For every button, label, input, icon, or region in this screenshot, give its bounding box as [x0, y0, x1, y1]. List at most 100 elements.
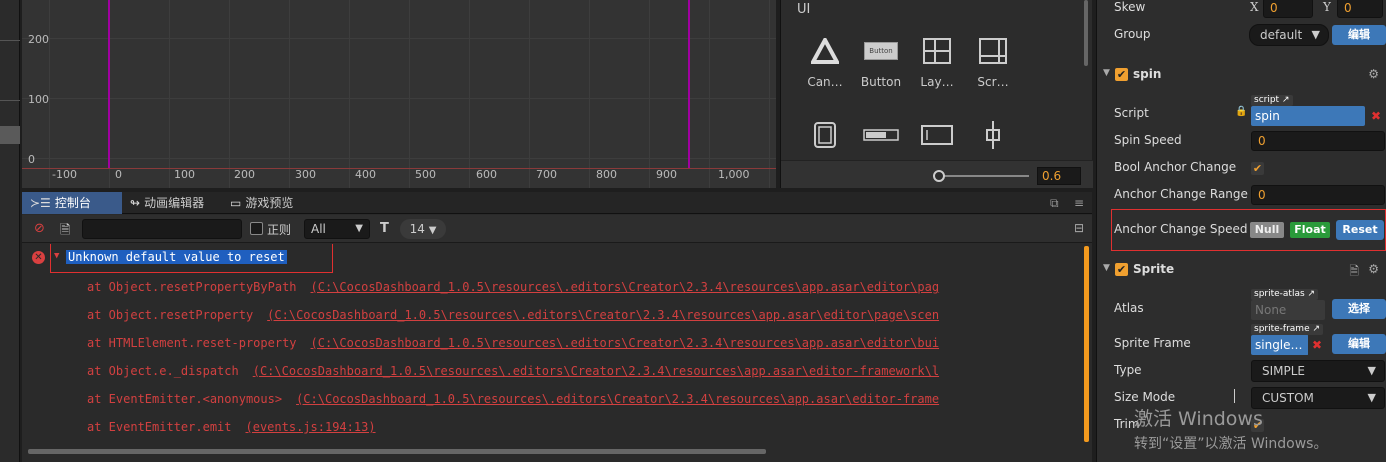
component-enabled-checkbox[interactable]: ✔: [1115, 263, 1128, 276]
stack-location-link[interactable]: (C:\CocosDashboard_1.0.5\resources\.edit…: [296, 392, 939, 406]
library-item-editbox[interactable]: [907, 117, 967, 153]
stack-func: at EventEmitter.<anonymous>: [87, 392, 283, 406]
chevron-down-icon: ▼: [355, 223, 363, 234]
icon-size-slider-handle[interactable]: [933, 170, 945, 182]
library-scrollbar[interactable]: [1084, 0, 1088, 66]
open-log-file-icon[interactable]: 🗎: [60, 221, 70, 243]
spin-component-header[interactable]: ▼ ✔ spin ⚙: [1097, 64, 1386, 86]
log-vertical-scrollbar[interactable]: [1084, 246, 1089, 442]
sprite-frame-tag: sprite-frame ↗: [1251, 324, 1324, 335]
progressbar-icon: [851, 117, 911, 153]
component-name: spin: [1133, 67, 1162, 81]
edit-group-button[interactable]: 编辑: [1332, 25, 1386, 45]
regex-label: 正则: [267, 223, 292, 237]
tab-console[interactable]: ≻☰ 控制台: [22, 192, 122, 214]
type-value: SIMPLE: [1262, 364, 1306, 378]
console-icon: ≻☰: [30, 196, 51, 210]
library-item-button[interactable]: Button Button: [851, 33, 911, 89]
filter-input[interactable]: [82, 219, 242, 239]
float-button[interactable]: Float: [1290, 222, 1330, 238]
script-tag: script ↗: [1251, 95, 1293, 106]
library-item-layout[interactable]: Lay…: [907, 33, 967, 89]
skew-y-label: Y: [1323, 0, 1331, 14]
scene-view[interactable]: 200 100 0 -100 0 100 200 300 400 500 600…: [22, 0, 776, 188]
skew-y-input[interactable]: 0: [1337, 0, 1383, 18]
x-tick-label: 300: [295, 168, 316, 181]
library-item-canvas[interactable]: Can…: [795, 33, 855, 89]
font-size-icon: T: [380, 221, 389, 236]
skew-label: Skew: [1114, 0, 1146, 14]
remove-script-icon[interactable]: ✖: [1367, 106, 1385, 126]
tab-animation-editor[interactable]: ↬ 动画编辑器: [122, 192, 228, 214]
null-button[interactable]: Null: [1250, 222, 1284, 238]
atlas-label: Atlas: [1114, 301, 1144, 315]
log-level-select[interactable]: All ▼: [304, 219, 370, 239]
icon-size-value[interactable]: 0.6: [1037, 167, 1081, 185]
clear-console-icon[interactable]: ⊘: [34, 221, 45, 236]
stack-location-link[interactable]: (C:\CocosDashboard_1.0.5\resources\.edit…: [253, 364, 939, 378]
gear-icon[interactable]: ⚙: [1368, 262, 1379, 276]
tab-label: 动画编辑器: [144, 196, 205, 210]
collapse-arrow-icon[interactable]: ▼: [1103, 68, 1110, 78]
stack-location-link[interactable]: (C:\CocosDashboard_1.0.5\resources\.edit…: [311, 336, 940, 350]
widget-library-panel: UI Can… Button Button Lay… Scr… 0.6: [780, 0, 1093, 188]
document-icon[interactable]: 🗎: [1349, 262, 1359, 283]
atlas-field[interactable]: None: [1251, 300, 1325, 320]
remove-sprite-frame-icon[interactable]: ✖: [1308, 335, 1326, 355]
stack-location-link[interactable]: (C:\CocosDashboard_1.0.5\resources\.edit…: [311, 280, 940, 294]
component-enabled-checkbox[interactable]: ✔: [1115, 68, 1128, 81]
script-field[interactable]: spin: [1251, 106, 1365, 126]
expand-triangle-icon[interactable]: ▼: [54, 251, 59, 261]
x-tick-label: -100: [52, 168, 77, 181]
anchor-change-speed-label: Anchor Change Speed: [1114, 222, 1248, 236]
gear-icon[interactable]: ⚙: [1368, 67, 1379, 81]
sprite-frame-field[interactable]: single…: [1251, 335, 1309, 355]
popout-icon[interactable]: ⧉: [1050, 196, 1059, 211]
button-icon-face: Button: [864, 42, 898, 60]
error-icon: ✕: [32, 251, 45, 264]
type-select[interactable]: SIMPLE ▼: [1251, 360, 1385, 382]
library-item-progressbar[interactable]: [851, 117, 911, 153]
library-item-pageview[interactable]: [795, 117, 855, 153]
atlas-tag-label: sprite-atlas: [1254, 289, 1305, 299]
x-tick-label: 1,000: [718, 168, 750, 181]
tab-label: 游戏预览: [245, 196, 294, 210]
log-horizontal-scrollbar[interactable]: [28, 449, 766, 454]
error-message[interactable]: Unknown default value to reset: [66, 250, 287, 264]
library-item-scrollview[interactable]: Scr…: [963, 33, 1023, 89]
collapse-arrow-icon[interactable]: ▼: [1103, 263, 1110, 273]
regex-checkbox[interactable]: [250, 222, 263, 235]
script-tag-label: script: [1254, 95, 1280, 105]
menu-icon[interactable]: ≡: [1074, 196, 1084, 210]
tab-game-preview[interactable]: ▭ 游戏预览: [222, 192, 312, 214]
spin-speed-input[interactable]: 0: [1251, 131, 1385, 151]
select-atlas-button[interactable]: 选择: [1332, 299, 1386, 319]
stack-location-link[interactable]: (events.js:194:13): [246, 420, 376, 434]
button-icon: Button: [851, 33, 911, 69]
reset-button[interactable]: Reset: [1336, 220, 1384, 240]
collapse-icon[interactable]: ⊟: [1074, 221, 1084, 235]
tab-label: 控制台: [54, 196, 91, 210]
group-label: Group: [1114, 27, 1151, 41]
stack-location-link[interactable]: (C:\CocosDashboard_1.0.5\resources\.edit…: [267, 308, 939, 322]
font-size-select[interactable]: 14 ▼: [400, 219, 446, 239]
library-item-slider[interactable]: [963, 117, 1023, 153]
atlas-tag: sprite-atlas ↗: [1251, 289, 1319, 300]
watermark-title: 激活 Windows: [1134, 408, 1263, 430]
edit-sprite-frame-button[interactable]: 编辑: [1332, 334, 1386, 354]
anchor-change-range-input[interactable]: 0: [1251, 185, 1385, 205]
stack-func: at EventEmitter.emit: [87, 420, 232, 434]
x-tick-label: 0: [115, 168, 122, 181]
console-panel: ≻☰ 控制台 ↬ 动画编辑器 ▭ 游戏预览 ⧉ ≡ ⊘ 🗎 正则 All ▼ T 14…: [22, 192, 1092, 462]
icon-size-slider-track[interactable]: [939, 175, 1029, 177]
group-select[interactable]: default ▼: [1249, 24, 1329, 46]
left-panel-strip: [0, 0, 20, 462]
skew-x-input[interactable]: 0: [1263, 0, 1313, 18]
stack-frame: at Object.resetPropertyByPath (C:\CocosDa…: [87, 280, 939, 294]
canvas-boundary-left: [108, 0, 110, 168]
strip-selected-item[interactable]: [0, 126, 20, 144]
bool-anchor-change-checkbox[interactable]: ✔: [1251, 162, 1264, 175]
sprite-component-header[interactable]: ▼ ✔ Sprite 🗎 ⚙: [1097, 259, 1386, 281]
bool-anchor-change-label: Bool Anchor Change: [1114, 160, 1237, 174]
stack-func: at Object.e._dispatch: [87, 364, 239, 378]
